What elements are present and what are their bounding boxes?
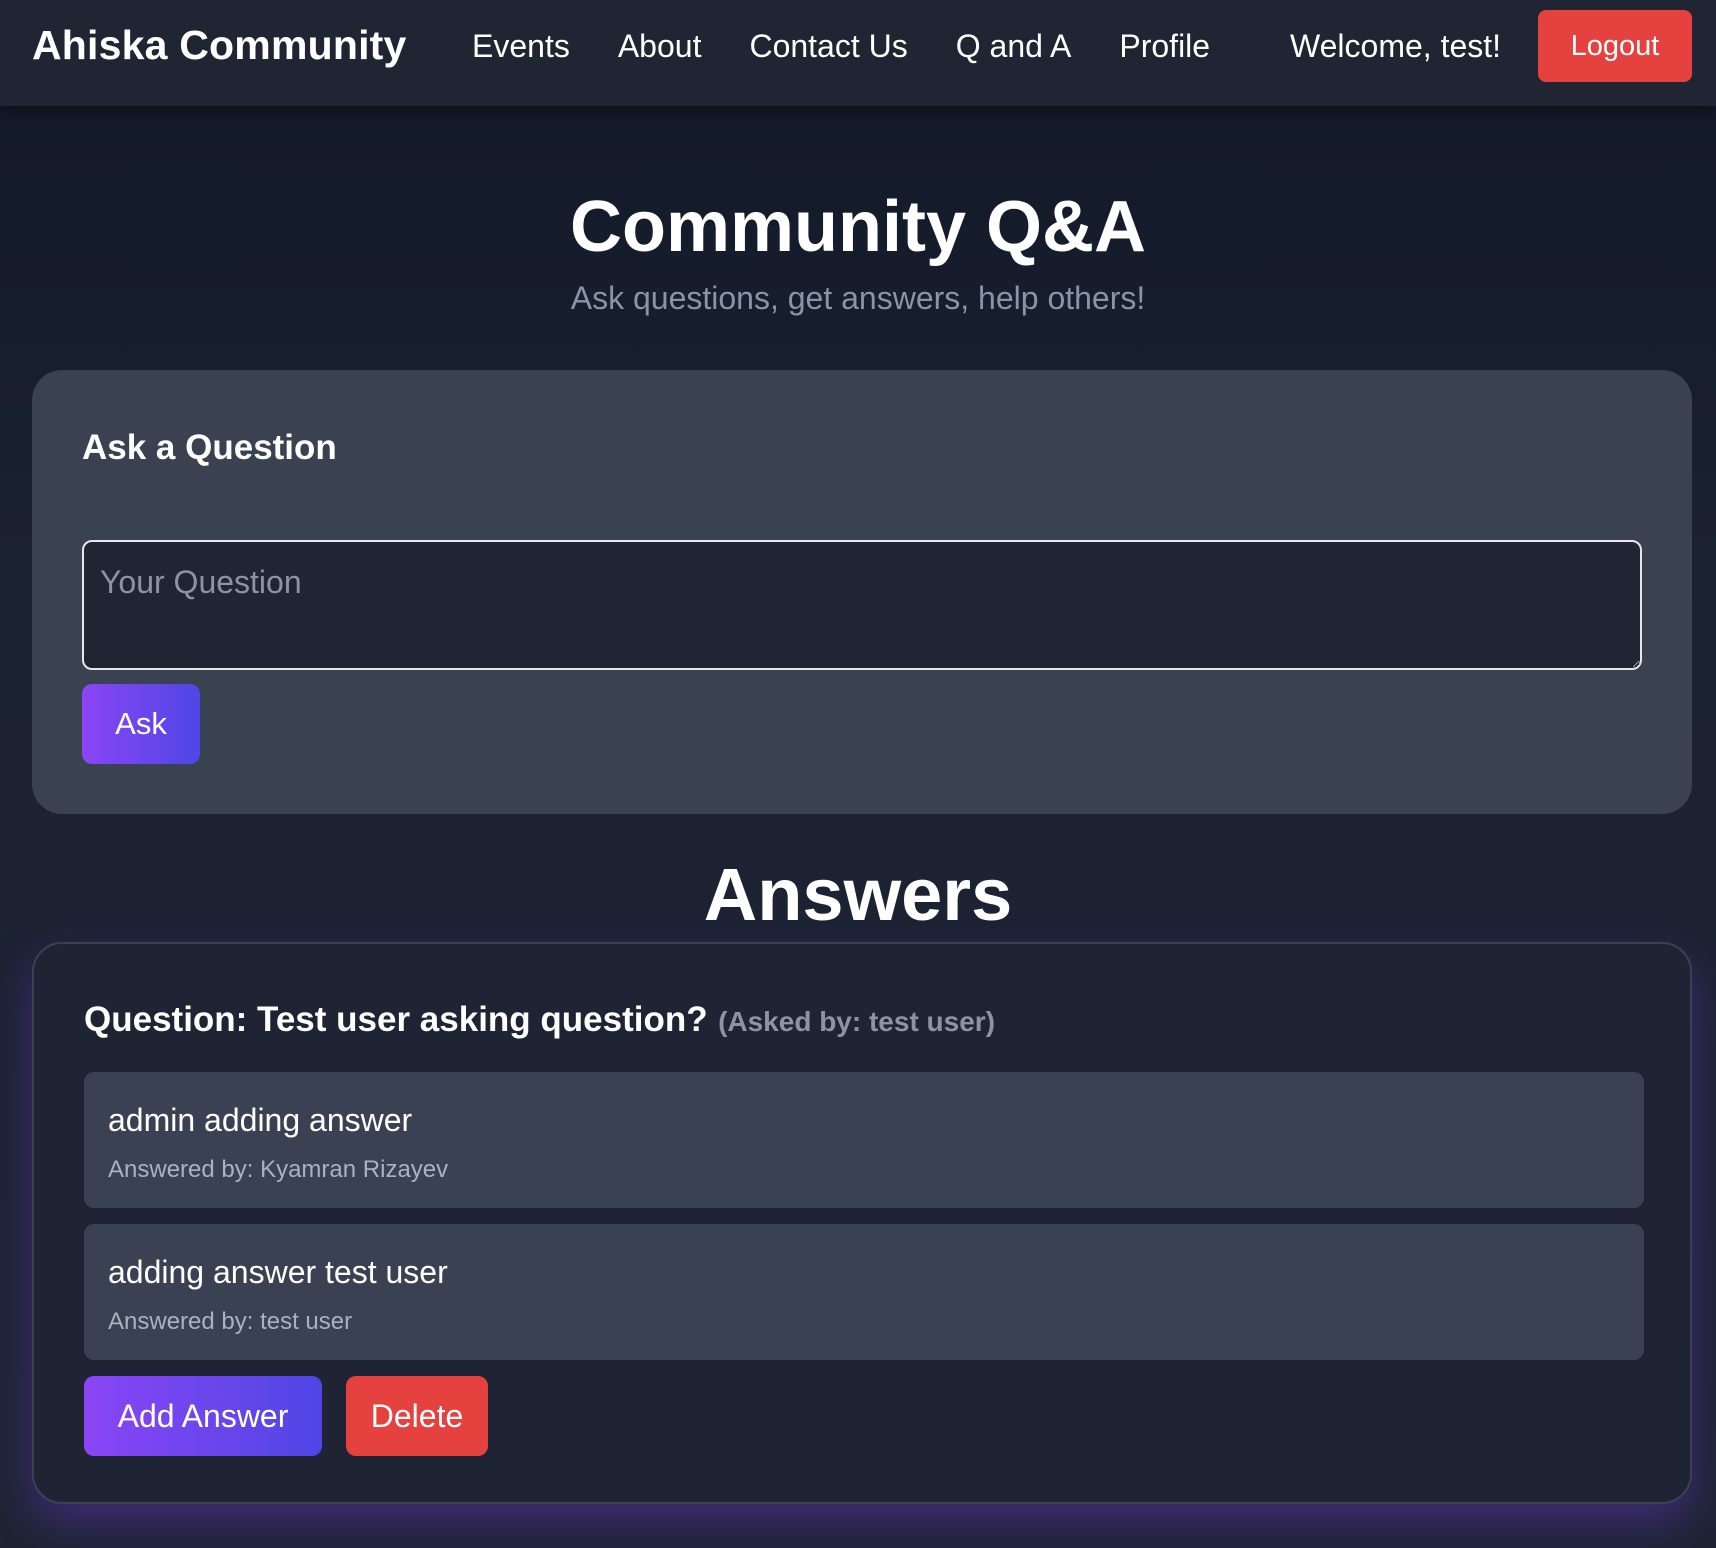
- answered-by-label: Answered by: Kyamran Rizayev: [108, 1156, 449, 1183]
- nav-link-profile[interactable]: Profile: [1119, 28, 1210, 65]
- question-input[interactable]: [82, 540, 1642, 670]
- page-subtitle: Ask questions, get answers, help others!: [570, 280, 1146, 316]
- answer-item: admin adding answer Answered by: Kyamran…: [84, 1072, 1644, 1208]
- add-answer-button[interactable]: Add Answer: [84, 1376, 322, 1456]
- nav-link-contact-us[interactable]: Contact Us: [749, 28, 907, 65]
- nav-link-about[interactable]: About: [618, 28, 702, 65]
- ask-button[interactable]: Ask: [82, 684, 200, 764]
- ask-question-heading: Ask a Question: [82, 428, 337, 467]
- answers-heading: Answers: [703, 853, 1013, 936]
- page-title: Community Q&A: [570, 187, 1146, 267]
- ask-question-card: Ask a Question Ask: [32, 370, 1692, 814]
- answer-item: adding answer test user Answered by: tes…: [84, 1224, 1644, 1360]
- brand-logo-text[interactable]: Ahiska Community: [32, 22, 407, 69]
- question-card: Question: Test user asking question? (As…: [32, 942, 1692, 1504]
- answered-by-label: Answered by: test user: [108, 1308, 353, 1335]
- asked-by-label: (Asked by: test user): [718, 1006, 996, 1037]
- navbar: Ahiska Community Events About Contact Us…: [0, 0, 1716, 106]
- nav-link-q-and-a[interactable]: Q and A: [956, 28, 1072, 65]
- answer-text: admin adding answer: [108, 1102, 413, 1138]
- nav-links: Events About Contact Us Q and A Profile: [472, 28, 1258, 65]
- logout-button[interactable]: Logout: [1538, 10, 1692, 82]
- question-header: Question: Test user asking question? (As…: [84, 1000, 995, 1040]
- question-text: Question: Test user asking question?: [84, 1000, 708, 1039]
- delete-question-button[interactable]: Delete: [346, 1376, 488, 1456]
- nav-link-events[interactable]: Events: [472, 28, 570, 65]
- welcome-message: Welcome, test!: [1290, 28, 1502, 64]
- answer-text: adding answer test user: [108, 1254, 448, 1290]
